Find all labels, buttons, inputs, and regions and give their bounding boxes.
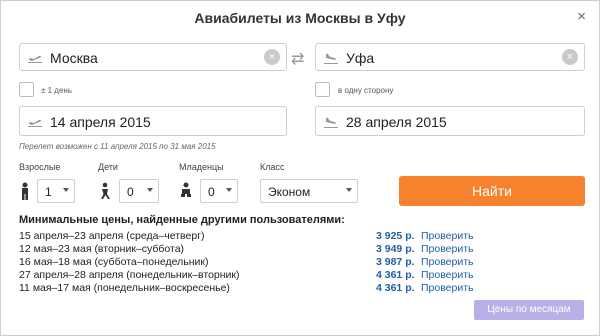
price-row-dates: 12 мая–23 мая (вторник–суббота) bbox=[19, 243, 185, 255]
flex-days-label: ± 1 день bbox=[41, 86, 72, 95]
adults-value: 1 bbox=[45, 185, 52, 199]
price-row-dates: 27 апреля–28 апреля (понедельник–вторник… bbox=[19, 269, 240, 281]
check-link[interactable]: Проверить bbox=[421, 282, 474, 295]
children-label: Дети bbox=[98, 162, 118, 172]
min-prices-list: 15 апреля–23 апреля (среда–четверг) 3 92… bbox=[19, 230, 489, 295]
check-link[interactable]: Проверить bbox=[421, 230, 474, 243]
adult-icon bbox=[22, 182, 28, 200]
infants-label: Младенцы bbox=[179, 162, 224, 172]
check-link[interactable]: Проверить bbox=[421, 269, 474, 282]
chevron-down-icon bbox=[63, 188, 69, 192]
search-button[interactable]: Найти bbox=[399, 176, 585, 206]
adults-label: Взрослые bbox=[19, 162, 61, 172]
depart-date-field[interactable]: 14 апреля 2015 bbox=[19, 106, 287, 136]
chevron-down-icon bbox=[346, 188, 352, 192]
price-row-dates: 16 мая–18 мая (суббота–понедельник) bbox=[19, 256, 209, 268]
plane-landing-icon bbox=[324, 117, 338, 128]
price-row-price: 3 949 р. bbox=[376, 243, 415, 255]
list-item: 11 мая–17 мая (понедельник–воскресенье) … bbox=[19, 282, 489, 295]
class-value: Эконом bbox=[268, 185, 311, 199]
class-label: Класс bbox=[260, 162, 285, 172]
date-range-note: Перелет возможен с 11 апреля 2015 по 31 … bbox=[19, 142, 216, 151]
clear-to-icon[interactable]: × bbox=[562, 49, 578, 65]
price-row-price: 4 361 р. bbox=[376, 282, 415, 294]
children-select[interactable]: 0 bbox=[119, 179, 159, 203]
infant-icon bbox=[181, 182, 191, 197]
min-prices-heading: Минимальные цены, найденные другими поль… bbox=[19, 214, 345, 226]
search-dialog: Авиабилеты из Москвы в Уфу × Москва × ⇄ … bbox=[0, 0, 600, 336]
list-item: 16 мая–18 мая (суббота–понедельник) 3 98… bbox=[19, 256, 489, 269]
infants-select[interactable]: 0 bbox=[200, 179, 238, 203]
one-way-checkbox[interactable] bbox=[315, 82, 330, 97]
to-value: Уфа bbox=[346, 50, 375, 66]
close-icon[interactable]: × bbox=[577, 8, 586, 25]
check-link[interactable]: Проверить bbox=[421, 243, 474, 256]
infants-value: 0 bbox=[208, 185, 215, 199]
from-value: Москва bbox=[50, 50, 98, 66]
price-row-price: 3 925 р. bbox=[376, 230, 415, 242]
plane-takeoff-icon bbox=[28, 55, 42, 63]
clear-from-icon[interactable]: × bbox=[264, 49, 280, 65]
prices-by-month-button[interactable]: Цены по месяцам bbox=[474, 300, 584, 320]
return-date-field[interactable]: 28 апреля 2015 bbox=[315, 106, 585, 136]
chevron-down-icon bbox=[147, 188, 153, 192]
check-link[interactable]: Проверить bbox=[421, 256, 474, 269]
plane-takeoff-icon bbox=[28, 119, 42, 127]
chevron-down-icon bbox=[226, 188, 232, 192]
adults-select[interactable]: 1 bbox=[37, 179, 75, 203]
to-field[interactable]: Уфа × bbox=[315, 43, 585, 71]
price-row-dates: 15 апреля–23 апреля (среда–четверг) bbox=[19, 230, 205, 242]
child-icon bbox=[101, 182, 110, 199]
price-row-dates: 11 мая–17 мая (понедельник–воскресенье) bbox=[19, 282, 230, 294]
list-item: 12 мая–23 мая (вторник–суббота) 3 949 р.… bbox=[19, 243, 489, 256]
list-item: 15 апреля–23 апреля (среда–четверг) 3 92… bbox=[19, 230, 489, 243]
return-date-value: 28 апреля 2015 bbox=[346, 114, 447, 130]
flex-days-checkbox[interactable] bbox=[19, 82, 34, 97]
depart-date-value: 14 апреля 2015 bbox=[50, 114, 151, 130]
swap-arrows-icon[interactable]: ⇄ bbox=[291, 49, 304, 69]
one-way-label: в одну сторону bbox=[338, 86, 394, 95]
class-select[interactable]: Эконом bbox=[260, 179, 358, 203]
list-item: 27 апреля–28 апреля (понедельник–вторник… bbox=[19, 269, 489, 282]
children-value: 0 bbox=[127, 185, 134, 199]
price-row-price: 4 361 р. bbox=[376, 269, 415, 281]
from-field[interactable]: Москва × bbox=[19, 43, 287, 71]
price-row-price: 3 987 р. bbox=[376, 256, 415, 268]
plane-landing-icon bbox=[324, 53, 338, 64]
dialog-title: Авиабилеты из Москвы в Уфу bbox=[194, 10, 406, 26]
